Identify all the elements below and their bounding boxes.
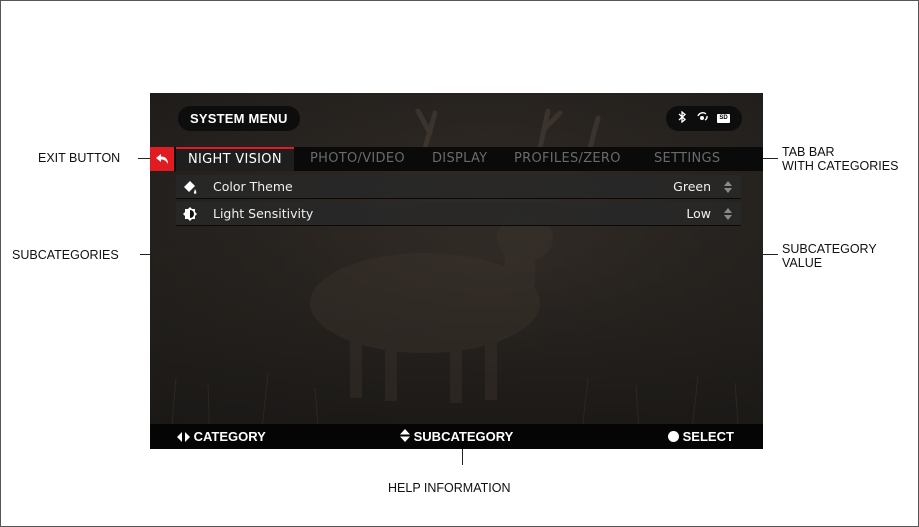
- callout-subcategory-value-line1: SUBCATEGORY: [782, 242, 877, 256]
- tab-night-vision[interactable]: NIGHT VISION: [176, 147, 294, 171]
- subcategory-value: Low: [686, 206, 711, 221]
- return-arrow-icon: [156, 154, 168, 164]
- bluetooth-icon: [678, 110, 687, 126]
- leader-line: [702, 227, 703, 254]
- sd-card-icon: SD: [717, 114, 730, 123]
- help-category-label: CATEGORY: [193, 429, 266, 444]
- subcategory-value: Green: [673, 179, 711, 194]
- subcategory-label: Light Sensitivity: [213, 206, 314, 221]
- leader-line: [702, 254, 778, 255]
- callout-help-information: HELP INFORMATION: [388, 481, 511, 495]
- callout-tab-bar: TAB BAR WITH CATEGORIES: [782, 145, 898, 173]
- tab-photo-video[interactable]: PHOTO/VIDEO: [310, 147, 405, 171]
- subcategory-row-color-theme[interactable]: Color Theme Green: [176, 175, 741, 199]
- help-subcategory-label: SUBCATEGORY: [413, 429, 514, 444]
- circle-button-icon: [668, 431, 679, 442]
- callout-subcategory-value-line2: VALUE: [782, 256, 823, 270]
- paint-bucket-icon: [184, 181, 197, 194]
- up-down-arrows-icon: [724, 208, 732, 220]
- contrast-icon: [183, 207, 197, 221]
- leader-line: [462, 449, 463, 465]
- help-select-label: SELECT: [682, 429, 734, 444]
- subcategory-row-light-sensitivity[interactable]: Light Sensitivity Low: [176, 202, 741, 226]
- tab-profiles-zero[interactable]: PROFILES/ZERO: [514, 147, 621, 171]
- device-screen: SYSTEM MENU SD NIGHT VISION PHOTO/VIDEO …: [150, 93, 763, 449]
- tab-settings[interactable]: SETTINGS: [654, 147, 720, 171]
- system-menu-title: SYSTEM MENU: [178, 106, 300, 131]
- up-down-arrows-icon: [400, 429, 410, 442]
- leader-line: [138, 158, 150, 159]
- leader-line: [140, 254, 215, 255]
- up-down-arrows-icon: [724, 181, 732, 193]
- leader-line: [215, 227, 216, 255]
- help-category: CATEGORY: [177, 424, 266, 449]
- help-select: SELECT: [668, 424, 734, 449]
- help-subcategory: SUBCATEGORY: [400, 424, 513, 449]
- leader-line: [763, 158, 778, 159]
- callout-subcategories: SUBCATEGORIES: [12, 248, 119, 262]
- callout-tab-bar-line1: TAB BAR: [782, 145, 835, 159]
- status-indicators: SD: [666, 106, 742, 131]
- exit-button[interactable]: [150, 147, 174, 171]
- left-right-arrows-icon: [177, 432, 190, 442]
- subcategory-label: Color Theme: [213, 179, 293, 194]
- wifi-icon: [696, 111, 709, 126]
- callout-tab-bar-line2: WITH CATEGORIES: [782, 159, 899, 173]
- callout-subcategory-value: SUBCATEGORY VALUE: [782, 242, 877, 270]
- tab-display[interactable]: DISPLAY: [432, 147, 487, 171]
- callout-exit-button: EXIT BUTTON: [38, 151, 121, 165]
